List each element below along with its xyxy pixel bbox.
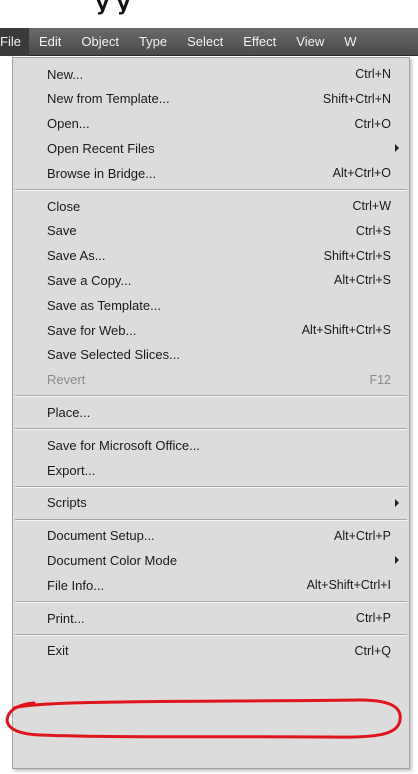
- menu-item-browse-in-bridge[interactable]: Browse in Bridge... Alt+Ctrl+O: [13, 161, 409, 185]
- menu-item-export[interactable]: Export...: [13, 458, 409, 482]
- menu-item-label: Place...: [47, 404, 91, 420]
- menu-item-open[interactable]: Open... Ctrl+O: [13, 112, 409, 136]
- menu-item-shortcut: Shift+Ctrl+S: [323, 248, 391, 263]
- menu-item-label: Save for Microsoft Office...: [47, 437, 200, 453]
- menu-item-label: Open Recent Files: [47, 140, 155, 156]
- menu-item-save-a-copy[interactable]: Save a Copy... Alt+Ctrl+S: [13, 268, 409, 292]
- menu-item-shortcut: Alt+Shift+Ctrl+S: [301, 323, 391, 337]
- cropped-header-strip: y y: [0, 0, 418, 28]
- menu-separator: [15, 601, 407, 603]
- menu-bar: File Edit Object Type Select Effect View W: [0, 27, 418, 56]
- menu-item-save-for-microsoft-office[interactable]: Save for Microsoft Office...: [13, 433, 409, 457]
- menu-item-shortcut: Ctrl+W: [352, 199, 391, 213]
- menu-item-shortcut: Alt+Shift+Ctrl+I: [306, 578, 391, 593]
- menu-item-label: Close: [47, 198, 81, 214]
- menu-item-label: New from Template...: [47, 91, 170, 107]
- menu-item-shortcut: Ctrl+N: [355, 67, 391, 81]
- menu-item-file-info[interactable]: File Info... Alt+Shift+Ctrl+I: [13, 573, 409, 597]
- menu-item-save-selected-slices[interactable]: Save Selected Slices...: [13, 343, 409, 367]
- submenu-arrow-icon: [395, 498, 399, 507]
- menubar-item-object[interactable]: Object: [71, 28, 129, 56]
- menu-item-label: New...: [47, 66, 84, 82]
- menu-separator: [15, 633, 407, 636]
- menu-item-label: Save for Web...: [47, 322, 137, 338]
- submenu-arrow-icon: [395, 144, 399, 153]
- menubar-item-type[interactable]: Type: [129, 28, 177, 56]
- menubar-item-select[interactable]: Select: [177, 28, 233, 56]
- menubar-item-view[interactable]: View: [286, 28, 334, 56]
- menu-item-label: Save as Template...: [47, 297, 161, 313]
- menu-item-place[interactable]: Place...: [13, 400, 409, 424]
- menu-item-save-for-web[interactable]: Save for Web... Alt+Shift+Ctrl+S: [13, 318, 409, 342]
- menubar-item-file[interactable]: File: [0, 27, 29, 56]
- menu-item-shortcut: Alt+Ctrl+S: [334, 273, 391, 288]
- menu-item-save[interactable]: Save Ctrl+S: [13, 219, 409, 243]
- menu-item-label: Open...: [47, 116, 90, 132]
- menu-item-new-from-template[interactable]: New from Template... Shift+Ctrl+N: [13, 87, 409, 111]
- menu-item-exit[interactable]: Exit Ctrl+Q: [13, 639, 409, 663]
- menu-item-label: Document Setup...: [47, 528, 155, 544]
- menu-separator: [15, 428, 407, 431]
- menu-item-shortcut: Alt+Ctrl+P: [334, 528, 391, 543]
- menu-item-label: Save As...: [47, 248, 106, 264]
- menu-separator: [15, 485, 407, 488]
- menu-item-open-recent-files[interactable]: Open Recent Files: [13, 136, 409, 160]
- menu-item-close[interactable]: Close Ctrl+W: [13, 194, 409, 218]
- menu-item-document-color-mode[interactable]: Document Color Mode: [13, 548, 409, 572]
- menu-item-print[interactable]: Print... Ctrl+P: [13, 606, 409, 630]
- menu-item-scripts[interactable]: Scripts: [13, 491, 409, 515]
- menu-item-save-as[interactable]: Save As... Shift+Ctrl+S: [13, 244, 409, 268]
- submenu-arrow-icon: [395, 556, 399, 565]
- menu-item-label: Export...: [47, 462, 96, 478]
- menu-separator: [15, 395, 407, 398]
- menu-item-shortcut: Alt+Ctrl+O: [332, 166, 391, 181]
- menu-item-shortcut: Shift+Ctrl+N: [322, 91, 391, 106]
- menu-item-label: Save a Copy...: [47, 272, 132, 288]
- menu-item-shortcut: F12: [369, 372, 391, 387]
- menu-item-save-as-template[interactable]: Save as Template...: [13, 293, 409, 317]
- menu-item-shortcut: Ctrl+S: [355, 223, 391, 238]
- menu-item-shortcut: Ctrl+P: [355, 611, 391, 625]
- menu-item-label: Revert: [47, 372, 86, 388]
- menu-item-shortcut: Ctrl+Q: [354, 643, 391, 658]
- menu-item-new[interactable]: New... Ctrl+N: [13, 62, 409, 86]
- menu-item-label: Save: [47, 223, 77, 239]
- menu-item-shortcut: Ctrl+O: [354, 116, 391, 131]
- menu-item-label: Document Color Mode: [47, 552, 178, 568]
- cropped-header-text: y y: [96, 0, 131, 15]
- menu-separator: [15, 189, 407, 191]
- menu-item-revert: Revert F12: [13, 368, 409, 392]
- menubar-item-effect[interactable]: Effect: [233, 28, 286, 56]
- menu-item-label: File Info...: [47, 577, 105, 593]
- menu-item-document-setup[interactable]: Document Setup... Alt+Ctrl+P: [13, 524, 409, 548]
- file-menu-dropdown: New... Ctrl+N New from Template... Shift+Ct…: [12, 57, 410, 769]
- menu-item-label: Exit: [47, 643, 69, 659]
- menu-item-label: Print...: [47, 610, 85, 626]
- menubar-item-edit[interactable]: Edit: [29, 28, 71, 56]
- menu-item-label: Scripts: [47, 495, 87, 511]
- menubar-item-w[interactable]: W: [334, 28, 366, 56]
- menu-item-label: Save Selected Slices...: [47, 347, 180, 363]
- menu-separator: [15, 518, 407, 521]
- menu-item-label: Browse in Bridge...: [47, 165, 157, 181]
